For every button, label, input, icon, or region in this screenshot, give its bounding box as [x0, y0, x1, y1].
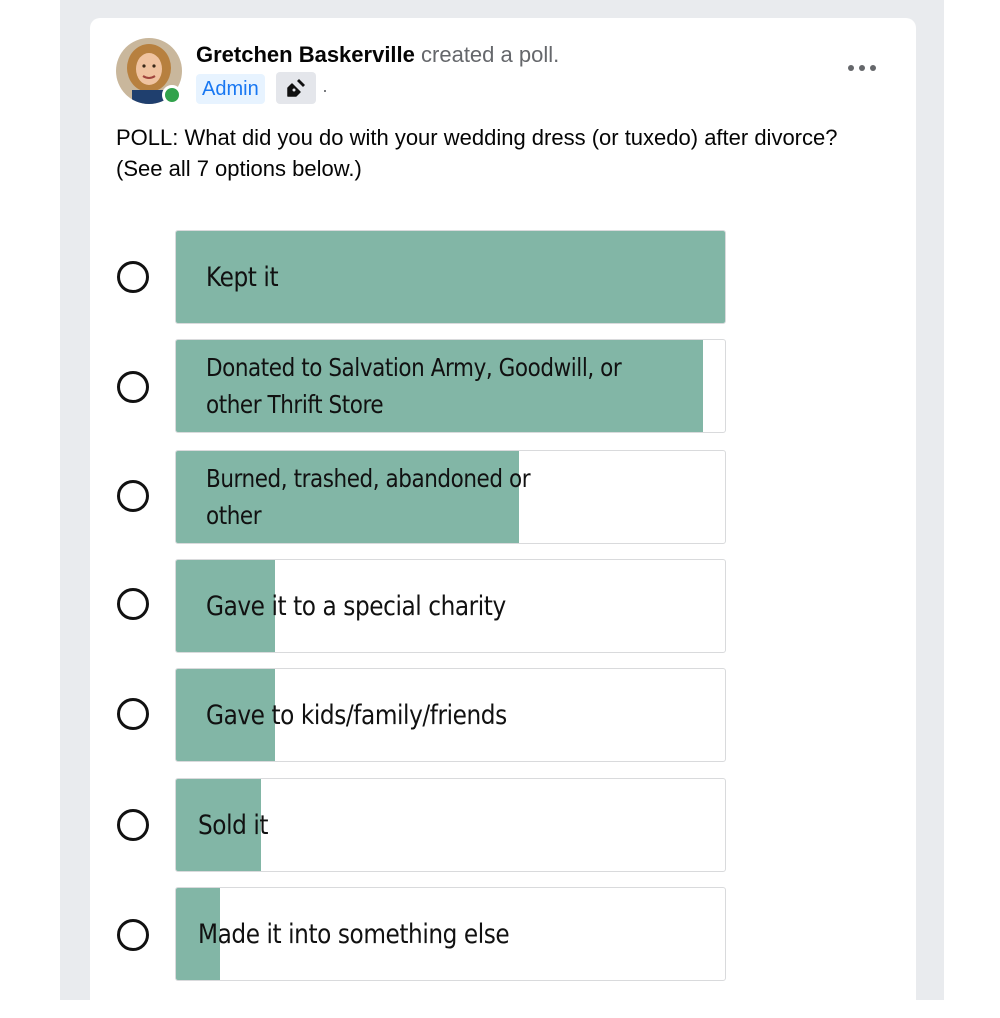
poll-option-label: Gave to kids/family/friends	[206, 699, 507, 731]
poll-option-radio[interactable]	[117, 261, 149, 293]
more-options-button[interactable]	[844, 56, 880, 80]
poll-option-label: Kept it	[206, 261, 279, 293]
poll-option-radio[interactable]	[117, 919, 149, 951]
poll-option[interactable]: Gave it to a special charity	[175, 559, 726, 653]
poll-option[interactable]: Gave to kids/family/friends	[175, 668, 726, 762]
author-name[interactable]: Gretchen Baskerville	[196, 42, 415, 67]
online-status-indicator	[162, 85, 182, 105]
poll-option[interactable]: Burned, trashed, abandoned or other	[175, 450, 726, 544]
poll-option[interactable]: Sold it	[175, 778, 726, 872]
poll-option-radio[interactable]	[117, 588, 149, 620]
poll-option[interactable]: Kept it	[175, 230, 726, 324]
poll-option-radio[interactable]	[117, 698, 149, 730]
poll-option-label: Burned, trashed, abandoned or other	[206, 464, 531, 530]
poll-option-radio[interactable]	[117, 809, 149, 841]
separator-dot: ·	[322, 80, 328, 100]
pen-nib-icon[interactable]	[276, 72, 316, 104]
poll-option-radio[interactable]	[117, 371, 149, 403]
poll-option[interactable]: Donated to Salvation Army, Goodwill, or …	[175, 339, 726, 433]
author-line: Gretchen Baskerville created a poll.	[196, 42, 559, 68]
poll-option[interactable]: Made it into something else	[175, 887, 726, 981]
poll-option-label: Gave it to a special charity	[206, 590, 506, 622]
post-action-text: created a poll.	[414, 42, 560, 67]
poll-option-label: Sold it	[198, 809, 269, 841]
poll-option-radio[interactable]	[117, 480, 149, 512]
poll-option-label: Donated to Salvation Army, Goodwill, or …	[206, 353, 622, 419]
poll-question: POLL: What did you do with your wedding …	[116, 125, 838, 181]
more-horizontal-icon	[848, 65, 876, 71]
poll-option-label: Made it into something else	[198, 918, 510, 950]
admin-badge[interactable]: Admin	[196, 74, 265, 104]
